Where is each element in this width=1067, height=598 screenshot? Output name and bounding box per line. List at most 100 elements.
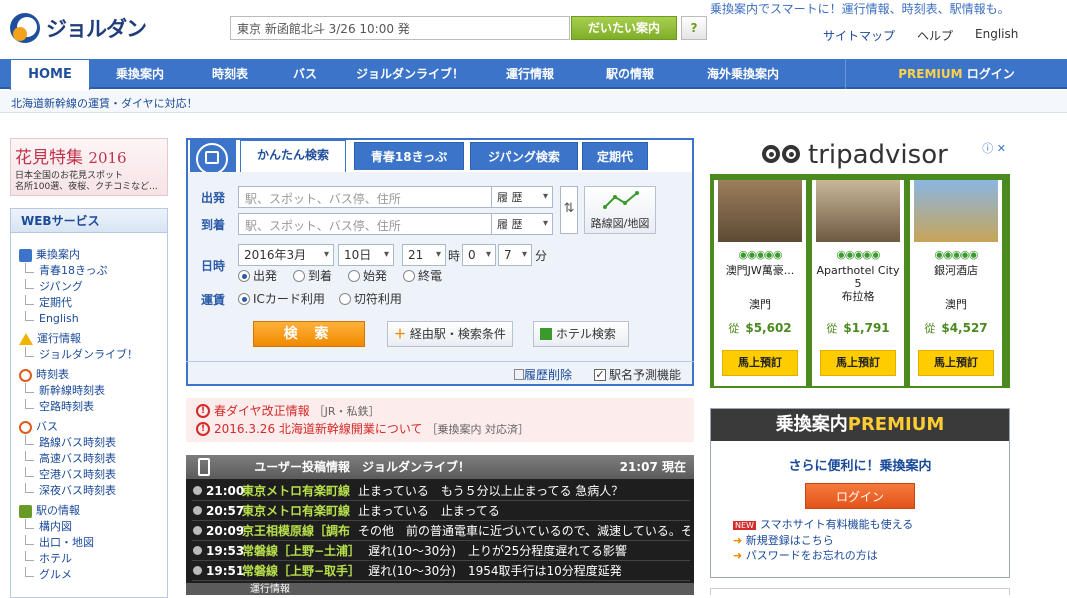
menu-service-info[interactable]: 運行情報 [37,331,81,347]
menu-night-bus[interactable]: 深夜バス時刻表 [39,484,116,497]
radio-ic-card[interactable]: ICカード利用 [238,290,325,307]
hotel-card[interactable]: ◉◉◉◉◉ 銀河酒店 澳門 從 $4,527 馬上預訂 [910,180,1002,386]
premium-link-register[interactable]: ➜ 新規登録はこちら [733,533,913,548]
menu-highway-bus[interactable]: 高速バス時刻表 [39,452,116,465]
menu-exit-map[interactable]: 出口・地図 [39,536,94,549]
live-row[interactable]: 19:53常磐線［上野−土浦］ 遅れ(10〜30分) 上りが25分程度遅れてる影響 [192,541,690,561]
menu-commuter[interactable]: 定期代 [39,296,72,309]
swap-icon[interactable]: ⇅ [560,186,578,234]
alert-item[interactable]: ! 春ダイヤ改正情報 ［JR・私鉄］ [196,402,380,419]
ad-info-icon[interactable]: ⓘ ✕ [982,140,1006,156]
day-select[interactable]: 10日 [338,244,394,266]
from-history-dropdown[interactable]: 履 歴 [491,186,553,208]
menu-live[interactable]: ジョルダンライブ！ [39,348,138,361]
search-button[interactable]: 検 索 [253,321,365,347]
premium-login-button[interactable]: ログイン [805,483,915,509]
live-row[interactable]: 21:00東京メトロ有楽町線 止まっている もう５分以上止まってる 急病人？ [192,481,690,501]
menu-transfer[interactable]: 乗換案内 [36,247,80,263]
route-map-button[interactable]: 路線図/地図 [584,186,656,234]
menu-gourmet[interactable]: グルメ [39,568,72,581]
book-now-button[interactable]: 馬上預訂 [820,350,896,376]
menu-air[interactable]: 空路時刻表 [39,400,94,413]
premium-link-password[interactable]: ➜ パスワードをお忘れの方は [733,548,913,563]
menu-zipangu[interactable]: ジパング [39,280,83,293]
menu-route-bus[interactable]: 路線バス時刻表 [39,436,116,449]
radio-ticket[interactable]: 切符利用 [338,290,402,307]
live-row[interactable]: 19:51常磐線［上野−取手］ 遅れ(10〜30分) 1954取手行は10分程度延… [192,561,690,581]
nav-transfer[interactable]: 乗換案内 [98,59,182,89]
clear-history-link[interactable]: 履歴削除 [514,366,572,383]
clock-icon [19,420,32,434]
to-history-dropdown[interactable]: 履 歴 [491,213,553,235]
arrow-icon: ➜ [733,534,743,547]
nav-timetable[interactable]: 時刻表 [190,59,270,89]
book-now-button[interactable]: 馬上預訂 [722,350,798,376]
via-conditions-button[interactable]: ＋ 経由駅・検索条件 [387,321,513,347]
hanami-banner[interactable]: 花見特集 2016 日本全国のお花見スポット 名所100選、夜桜、クチコミなど..… [10,138,168,196]
clock-icon [19,368,32,382]
phone-icon [186,455,226,479]
minute-ones-select[interactable]: 7 [498,244,532,266]
to-input[interactable]: 駅、スポット、バス停、住所 [238,213,492,235]
hotel-card[interactable]: ◉◉◉◉◉ 澳門JW萬豪... 澳門 從 $5,602 馬上預訂 [714,180,806,386]
banner-line1: 日本全国のお花見スポット [15,171,124,181]
help-link[interactable]: ヘルプ [917,27,953,44]
quick-search-button[interactable]: だいたい案内 [571,16,677,40]
nav-service-info[interactable]: 運行情報 [490,59,570,89]
menu-airport-bus[interactable]: 空港バス時刻表 [39,468,116,481]
hour-select[interactable]: 21 [402,244,446,266]
menu-station-map[interactable]: 構内図 [39,520,72,533]
menu-english[interactable]: English [39,312,79,325]
nav-bus[interactable]: バス [276,59,334,89]
hotel-icon [540,328,552,340]
site-logo[interactable]: ジョルダン [10,10,147,46]
radio-last-train[interactable]: 終電 [403,267,442,284]
menu-station[interactable]: 駅の情報 [36,503,80,519]
english-link[interactable]: English [975,27,1018,44]
menu-hotel[interactable]: ホテル [39,552,72,565]
live-row[interactable]: 20:09京王相模原線［調布 その他 前の普通電車に近づいているので、減速している… [192,521,690,541]
tab-zipangu[interactable]: ジパング検索 [470,142,578,170]
hotel-card[interactable]: ◉◉◉◉◉ Aparthotel City 5 布拉格 從 $1,791 馬上預訂 [812,180,904,386]
notice-link[interactable]: 北海道新幹線の運賃・ダイヤに対応！ [11,95,198,111]
radio-departure[interactable]: 出発 [238,267,277,284]
hour-unit: 時 [448,249,461,263]
menu-shinkansen[interactable]: 新幹線時刻表 [39,384,105,397]
tab-commuter[interactable]: 定期代 [582,142,648,170]
premium-links: NEW スマホサイト有料機能も使える ➜ 新規登録はこちら ➜ パスワードをお忘れ… [733,517,913,563]
live-row[interactable]: 20:57東京メトロ有楽町線 止まっている 止まってる [192,501,690,521]
quick-search-input[interactable]: 東京 新函館北斗 3/26 10:00 発 [230,16,570,40]
premium-box: 乗換案内PREMIUM さらに便利に！乗換案内 ログイン NEW スマホサイト有料… [710,408,1010,578]
radio-arrival[interactable]: 到着 [293,267,332,284]
tab-seishun18[interactable]: 青春18きっぷ [354,142,464,170]
menu-bus[interactable]: バス [36,419,58,435]
logo-text: ジョルダン [46,17,147,41]
banner-line2: 名所100選、夜桜、クチコミなど... [15,182,158,192]
nav-jorudan-live[interactable]: ジョルダンライブ！ [340,59,480,89]
tab-simple-search[interactable]: かんたん検索 [240,140,346,172]
menu-seishun18[interactable]: 青春18きっぷ [39,264,108,277]
sitemap-link[interactable]: サイトマップ [823,27,895,44]
station-predict-toggle[interactable]: ✓ 駅名予測機能 [594,366,681,383]
menu-timetable[interactable]: 時刻表 [36,367,69,383]
month-select[interactable]: 2016年3月 [238,244,334,266]
web-services-panel: WEBサービス 乗換案内 青春18きっぷ ジパング 定期代 English 運行… [10,208,168,598]
nav-station-info[interactable]: 駅の情報 [590,59,670,89]
tripadvisor-ad[interactable]: tripadvisor ⓘ ✕ ◉◉◉◉◉ 澳門JW萬豪... 澳門 從 $5,6… [710,138,1010,388]
banner-title: 花見特集 [15,148,83,168]
nav-premium-login[interactable]: PREMIUM ログイン [845,59,1067,89]
alert-item[interactable]: ! 2016.3.26 北海道新幹線開業について ［乗換案内 対応済］ [196,420,529,437]
live-feed-title: ユーザー投稿情報 ジョルダンライブ！ [254,460,470,474]
help-button[interactable]: ? [681,16,707,40]
hotel-photo [914,180,998,242]
hotel-search-button[interactable]: ホテル検索 [533,321,629,347]
premium-link-smartphone[interactable]: NEW スマホサイト有料機能も使える [733,517,913,533]
minute-tens-select[interactable]: 0 [462,244,496,266]
nav-overseas[interactable]: 海外乗換案内 [688,59,798,89]
nav-home[interactable]: HOME [10,59,90,90]
from-input[interactable]: 駅、スポット、バス停、住所 [238,186,492,208]
main-nav: HOME 乗換案内 時刻表 バス ジョルダンライブ！ 運行情報 駅の情報 海外乗… [0,59,1067,90]
book-now-button[interactable]: 馬上預訂 [918,350,994,376]
route-map-icon [603,191,639,209]
radio-first-train[interactable]: 始発 [348,267,387,284]
